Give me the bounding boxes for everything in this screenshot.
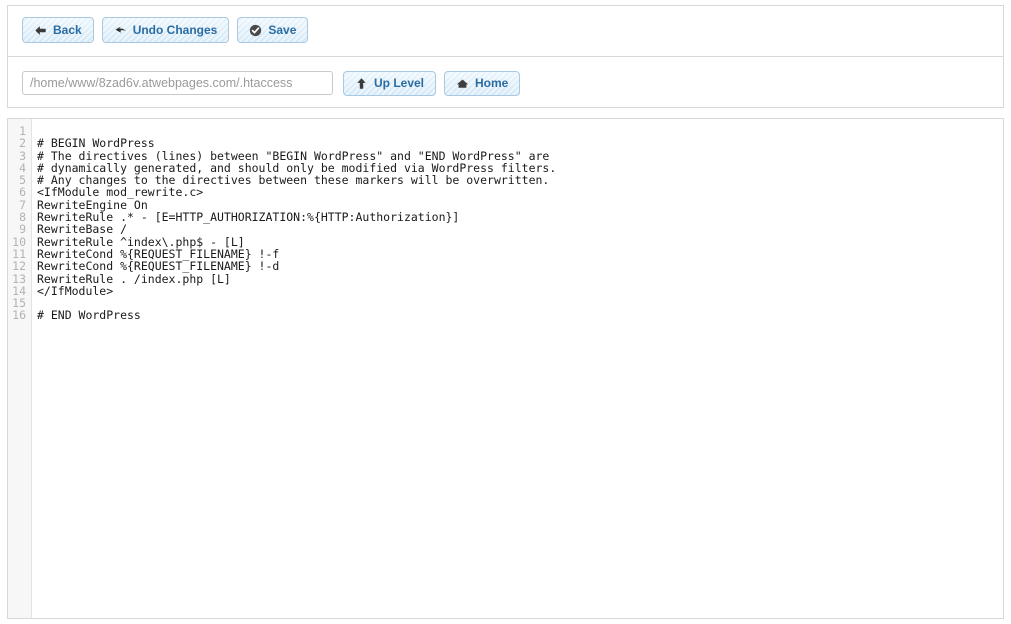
- line-number: 9: [19, 222, 26, 237]
- code-line: RewriteRule . /index.php [L]: [37, 271, 231, 286]
- code-line: # BEGIN WordPress: [37, 136, 155, 151]
- line-number-gutter: 1 2 3 4 5 6 7 8 9 10 11 12 13 14 15 16: [8, 119, 32, 618]
- up-level-button[interactable]: Up Level: [343, 71, 437, 96]
- code-editor[interactable]: 1 2 3 4 5 6 7 8 9 10 11 12 13 14 15 16 # BEGIN WordPres…: [8, 119, 1003, 618]
- code-line: RewriteRule .* - [E=HTTP_AUTHORIZATION:%…: [37, 210, 460, 225]
- save-button[interactable]: Save: [237, 17, 309, 43]
- code-line: </IfModule>: [37, 283, 114, 298]
- file-editor-page: Back Undo Changes Save /home/www/8zad6v.…: [0, 0, 1011, 624]
- code-line: # END WordPress: [37, 308, 141, 323]
- arrow-left-icon: [34, 24, 47, 37]
- editor-panel: 1 2 3 4 5 6 7 8 9 10 11 12 13 14 15 16 # BEGIN WordPres…: [7, 118, 1004, 619]
- path-panel: Up Level Home: [7, 56, 1004, 108]
- code-text-area[interactable]: # BEGIN WordPress # The directives (lines…: [32, 119, 1003, 618]
- undo-changes-button-label: Undo Changes: [132, 22, 218, 37]
- line-number: 2: [19, 136, 26, 151]
- home-icon: [456, 77, 469, 90]
- arrow-up-icon: [355, 77, 368, 90]
- code-line: RewriteBase /: [37, 222, 128, 237]
- up-level-button-label: Up Level: [374, 76, 425, 90]
- check-circle-icon: [249, 24, 262, 37]
- path-input[interactable]: [22, 71, 333, 95]
- code-line: RewriteCond %{REQUEST_FILENAME} !-d: [37, 259, 280, 274]
- toolbar-button-group: Back Undo Changes Save: [22, 17, 309, 43]
- line-number: 16: [12, 308, 26, 323]
- path-button-group: Up Level Home: [343, 71, 521, 96]
- save-button-label: Save: [268, 22, 297, 37]
- line-number: 6: [19, 185, 26, 200]
- home-button[interactable]: Home: [444, 71, 521, 96]
- undo-changes-button[interactable]: Undo Changes: [101, 17, 230, 43]
- back-button[interactable]: Back: [22, 17, 94, 43]
- line-number: 13: [12, 271, 26, 286]
- line-number: 12: [12, 259, 26, 274]
- home-button-label: Home: [475, 76, 509, 90]
- toolbar-panel: Back Undo Changes Save: [7, 5, 1004, 56]
- code-line: <IfModule mod_rewrite.c>: [37, 185, 204, 200]
- undo-icon: [114, 24, 127, 37]
- back-button-label: Back: [53, 22, 82, 37]
